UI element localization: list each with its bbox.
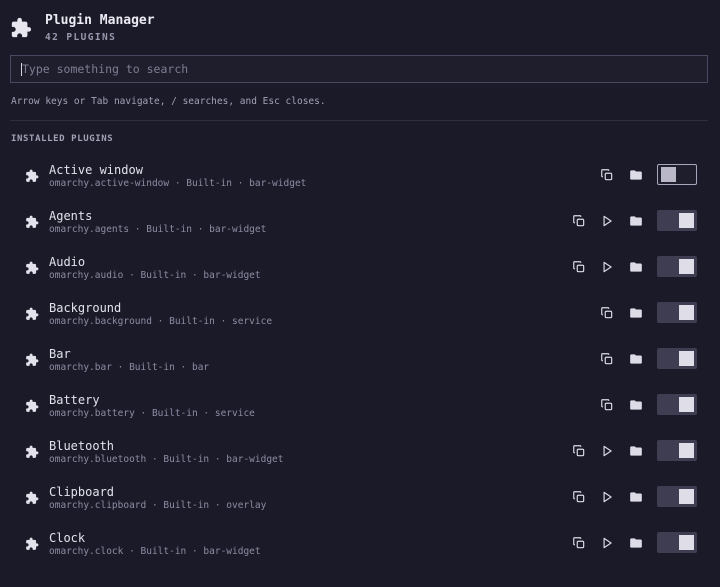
plugin-meta: omarchy.battery · Built-in · service [49, 408, 255, 419]
play-icon[interactable] [600, 490, 614, 504]
toggle-knob [679, 259, 694, 274]
folder-icon[interactable] [629, 490, 643, 504]
section-label-installed: INSTALLED PLUGINS [11, 134, 114, 144]
toggle-knob [679, 397, 694, 412]
play-icon[interactable] [600, 260, 614, 274]
plugin-meta: omarchy.clock · Built-in · bar-widget [49, 546, 261, 557]
search-box[interactable] [10, 55, 708, 83]
puzzle-icon [25, 261, 39, 275]
plugin-name: Bar [49, 347, 71, 361]
folder-icon[interactable] [629, 260, 643, 274]
plugin-row-clock[interactable]: Clock omarchy.clock · Built-in · bar-widg… [0, 520, 720, 566]
copy-icon[interactable] [600, 352, 614, 366]
folder-icon[interactable] [629, 306, 643, 320]
page-title: Plugin Manager [45, 13, 155, 28]
plugin-list: Active window omarchy.active-window · Bui… [0, 152, 720, 566]
enable-toggle[interactable] [657, 210, 697, 231]
enable-toggle[interactable] [657, 348, 697, 369]
folder-icon[interactable] [629, 352, 643, 366]
folder-icon[interactable] [629, 168, 643, 182]
plugin-name: Active window [49, 163, 143, 177]
plugin-meta: omarchy.agents · Built-in · bar-widget [49, 224, 267, 235]
puzzle-icon [25, 307, 39, 321]
search-input[interactable] [22, 62, 707, 76]
plugin-name: Battery [49, 393, 100, 407]
plugin-row-audio[interactable]: Audio omarchy.audio · Built-in · bar-widg… [0, 244, 720, 290]
copy-icon[interactable] [600, 398, 614, 412]
toggle-knob [679, 535, 694, 550]
puzzle-icon [10, 17, 32, 39]
plugin-row-active-window[interactable]: Active window omarchy.active-window · Bui… [0, 152, 720, 198]
plugin-name: Agents [49, 209, 93, 223]
puzzle-icon [25, 169, 39, 183]
plugin-row-bluetooth[interactable]: Bluetooth omarchy.bluetooth · Built-in · … [0, 428, 720, 474]
toggle-knob [679, 489, 694, 504]
header: Plugin Manager 42 PLUGINS [10, 10, 155, 50]
plugin-count: 42 PLUGINS [45, 32, 117, 43]
toggle-knob [679, 351, 694, 366]
plugin-name: Clock [49, 531, 86, 545]
enable-toggle[interactable] [657, 302, 697, 323]
plugin-name: Bluetooth [49, 439, 115, 453]
folder-icon[interactable] [629, 444, 643, 458]
copy-icon[interactable] [572, 490, 586, 504]
toggle-knob [661, 167, 676, 182]
puzzle-icon [25, 215, 39, 229]
plugin-meta: omarchy.active-window · Built-in · bar-w… [49, 178, 307, 189]
plugin-name: Clipboard [49, 485, 115, 499]
plugin-row-clipboard[interactable]: Clipboard omarchy.clipboard · Built-in · … [0, 474, 720, 520]
plugin-meta: omarchy.clipboard · Built-in · overlay [49, 500, 267, 511]
folder-icon[interactable] [629, 536, 643, 550]
copy-icon[interactable] [600, 168, 614, 182]
plugin-meta: omarchy.background · Built-in · service [49, 316, 273, 327]
toggle-knob [679, 443, 694, 458]
enable-toggle[interactable] [657, 164, 697, 185]
folder-icon[interactable] [629, 214, 643, 228]
copy-icon[interactable] [572, 536, 586, 550]
plugin-row-battery[interactable]: Battery omarchy.battery · Built-in · serv… [0, 382, 720, 428]
plugin-meta: omarchy.bar · Built-in · bar [49, 362, 210, 373]
plugin-meta: omarchy.audio · Built-in · bar-widget [49, 270, 261, 281]
plugin-row-background[interactable]: Background omarchy.background · Built-in … [0, 290, 720, 336]
puzzle-icon [25, 445, 39, 459]
plugin-name: Audio [49, 255, 86, 269]
copy-icon[interactable] [572, 444, 586, 458]
divider [10, 120, 708, 121]
toggle-knob [679, 213, 694, 228]
enable-toggle[interactable] [657, 486, 697, 507]
toggle-knob [679, 305, 694, 320]
enable-toggle[interactable] [657, 394, 697, 415]
plugin-row-bar[interactable]: Bar omarchy.bar · Built-in · bar [0, 336, 720, 382]
play-icon[interactable] [600, 214, 614, 228]
folder-icon[interactable] [629, 398, 643, 412]
plugin-name: Background [49, 301, 122, 315]
copy-icon[interactable] [572, 260, 586, 274]
puzzle-icon [25, 399, 39, 413]
copy-icon[interactable] [600, 306, 614, 320]
puzzle-icon [25, 353, 39, 367]
plugin-row-agents[interactable]: Agents omarchy.agents · Built-in · bar-wi… [0, 198, 720, 244]
enable-toggle[interactable] [657, 256, 697, 277]
copy-icon[interactable] [572, 214, 586, 228]
keyboard-hint: Arrow keys or Tab navigate, / searches, … [11, 96, 326, 107]
plugin-meta: omarchy.bluetooth · Built-in · bar-widge… [49, 454, 284, 465]
play-icon[interactable] [600, 536, 614, 550]
puzzle-icon [25, 537, 39, 551]
title-block: Plugin Manager 42 PLUGINS [45, 10, 155, 44]
enable-toggle[interactable] [657, 532, 697, 553]
puzzle-icon [25, 491, 39, 505]
enable-toggle[interactable] [657, 440, 697, 461]
plugin-manager-window: Plugin Manager 42 PLUGINS Arrow keys or … [0, 0, 720, 587]
play-icon[interactable] [600, 444, 614, 458]
